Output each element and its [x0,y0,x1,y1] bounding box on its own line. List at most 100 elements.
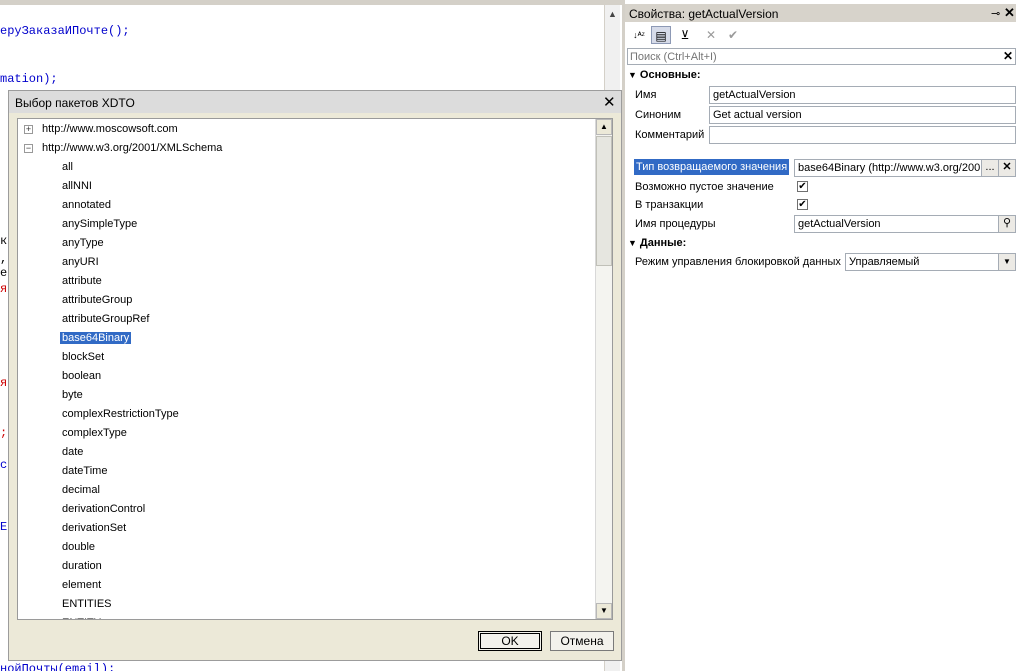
nullable-label: Возможно пустое значение [635,181,774,193]
cancel-icon[interactable]: ✕ [701,26,721,44]
clear-type-icon[interactable]: ✕ [998,160,1015,176]
code-line: я [0,376,8,390]
tree-item-label: allNNI [62,180,92,192]
collapse-triangle-icon: ▼ [628,70,637,80]
sort-alphabetical-icon[interactable]: ↓ᴬᶻ [629,26,649,44]
tree-item-label: complexRestrictionType [62,408,179,420]
tree-child-item[interactable]: attribute [62,272,102,291]
tree-child-item[interactable]: anyType [62,234,104,253]
tree-vertical-scrollbar[interactable]: ▲ ▼ [595,119,612,619]
tree-child-item[interactable]: double [62,538,95,557]
tree-item-label: base64Binary [60,332,132,344]
pin-icon[interactable]: ⊸ [991,7,1000,20]
name-field[interactable]: getActualVersion [709,86,1016,104]
properties-toolbar: ↓ᴬᶻ ▤ ⊻ ✕ ✔ [625,24,1016,46]
nullable-checkbox[interactable]: ✔ [797,181,808,192]
tree-child-item[interactable]: ENTITY [62,614,101,619]
tree-child-item[interactable]: ENTITIES [62,595,112,614]
tree-child-item[interactable]: decimal [62,481,100,500]
scroll-up-icon[interactable]: ▲ [596,119,612,135]
properties-search-field[interactable]: ✕ [627,48,1016,65]
procedure-field[interactable]: getActualVersion ⚲ [794,215,1016,233]
collapse-icon[interactable]: − [24,144,33,153]
code-line: с [0,458,8,472]
tree-item-label: all [62,161,74,173]
properties-title: Свойства: getActualVersion [629,7,779,21]
scroll-up-icon[interactable]: ▲ [608,9,617,19]
tree-child-item[interactable]: dateTime [62,462,107,481]
tree-item-label: blockSet [62,351,105,363]
tree-child-item[interactable]: attributeGroup [62,291,132,310]
tree-item-label: ENTITIES [62,598,112,610]
tree-child-item[interactable]: anyURI [62,253,99,272]
search-clear-icon[interactable]: ✕ [1003,49,1013,63]
tree-child-item[interactable]: attributeGroupRef [62,310,149,329]
synonym-field[interactable]: Get actual version [709,106,1016,124]
tree-child-item[interactable]: base64Binary [60,329,132,348]
tree-child-item[interactable]: complexType [62,424,127,443]
tree-item-label: element [62,579,102,591]
package-tree[interactable]: + http://www.moscowsoft.com − http://www.w3… [17,118,613,620]
tree-root-label: http://www.w3.org/2001/XMLSchema [42,142,223,154]
tree-item-label: dateTime [62,465,108,477]
return-type-label: Тип возвращаемого значения [634,159,790,175]
xdto-package-dialog: Выбор пакетов XDTO ✕ + http://www.moscows… [8,90,622,661]
group-main-header[interactable]: ▼ Основные: [628,69,701,81]
cancel-button[interactable]: Отмена [550,631,614,651]
code-line: ; [0,426,8,440]
tree-item-label: complexType [62,427,127,439]
tree-item-label: byte [62,389,83,401]
tree-child-item[interactable]: blockSet [62,348,104,367]
tree-item-label: attributeGroupRef [62,313,150,325]
tree-item-label: annotated [62,199,111,211]
tree-item-label: derivationSet [62,522,127,534]
name-label: Имя [635,89,657,101]
tree-child-item[interactable]: duration [62,557,102,576]
tree-child-item[interactable]: element [62,576,101,595]
tree-child-item[interactable]: derivationSet [62,519,126,538]
transaction-checkbox[interactable]: ✔ [797,199,808,210]
expand-icon[interactable]: + [24,125,33,134]
tree-child-item[interactable]: complexRestrictionType [62,405,179,424]
properties-panel: Свойства: getActualVersion ⊸ ✕ ↓ᴬᶻ ▤ ⊻ ✕… [622,0,1016,671]
code-line: еруЗаказаИПочте(); [0,24,130,38]
tree-child-item[interactable]: annotated [62,196,111,215]
scroll-thumb[interactable] [596,136,612,266]
check-icon[interactable]: ✔ [723,26,743,44]
tree-item-label: derivationControl [62,503,146,515]
dialog-title: Выбор пакетов XDTO [15,96,135,110]
filter-icon[interactable]: ⊻ [675,26,695,44]
tree-item-label: double [62,541,96,553]
tree-child-item[interactable]: boolean [62,367,101,386]
group-data-header[interactable]: ▼ Данные: [628,237,686,249]
tree-child-item[interactable]: allNNI [62,177,92,196]
tree-child-item[interactable]: all [62,158,73,177]
ok-button[interactable]: OK [478,631,542,651]
search-input[interactable] [630,50,995,63]
lock-mode-select[interactable]: Управляемый ▼ [845,253,1016,271]
collapse-triangle-icon: ▼ [628,238,637,248]
return-type-field[interactable]: base64Binary (http://www.w3.org/2001 ...… [794,159,1016,177]
comment-label: Комментарий [635,129,705,141]
tree-item-label: anySimpleType [62,218,138,230]
tree-item-label: ENTITY [62,617,101,619]
close-icon[interactable]: ✕ [603,93,616,111]
tree-item-label: date [62,446,84,458]
scroll-down-icon[interactable]: ▼ [596,603,612,619]
select-type-button[interactable]: ... [981,160,998,176]
transaction-label: В транзакции [635,199,704,211]
tree-item-label: anyType [62,237,104,249]
comment-field[interactable] [709,126,1016,144]
code-line: mation); [0,72,58,86]
close-icon[interactable]: ✕ [1004,5,1015,21]
tree-view-icon[interactable]: ▤ [651,26,671,44]
tree-child-item[interactable]: date [62,443,83,462]
code-line: , [0,252,8,266]
tree-child-item[interactable]: byte [62,386,83,405]
tree-child-item[interactable]: anySimpleType [62,215,137,234]
chevron-down-icon[interactable]: ▼ [998,254,1015,270]
tree-item-label: attribute [62,275,102,287]
tree-root-label: http://www.moscowsoft.com [42,123,178,135]
tree-child-item[interactable]: derivationControl [62,500,145,519]
search-icon[interactable]: ⚲ [998,216,1015,232]
